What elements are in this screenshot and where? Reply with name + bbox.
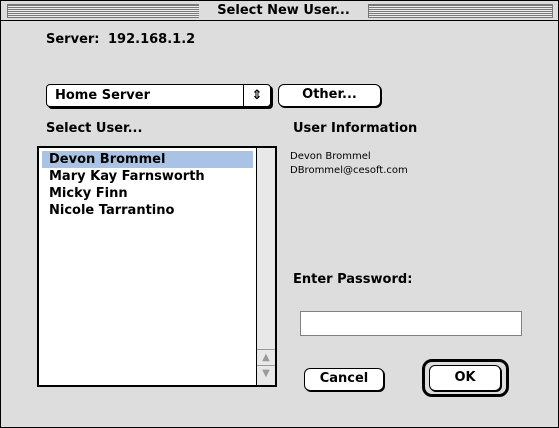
list-item[interactable]: Devon Brommel (42, 151, 253, 168)
user-name: Mary Kay Farnsworth (49, 169, 205, 184)
user-listbox[interactable]: Devon Brommel Mary Kay Farnsworth Micky … (37, 146, 277, 387)
server-label: Server: (46, 32, 100, 47)
list-item[interactable]: Mary Kay Farnsworth (42, 168, 253, 185)
ok-button[interactable]: OK (429, 365, 501, 391)
window-title: Select New User... (199, 2, 368, 20)
select-user-label: Select User... (46, 121, 143, 136)
title-stripes-left (7, 4, 201, 18)
scroll-up-arrow-icon[interactable]: ▲ (257, 349, 275, 365)
server-popup-value: Home Server (55, 88, 150, 103)
user-info-email: DBrommel@cesoft.com (290, 165, 408, 176)
title-bar[interactable]: Select New User... (1, 1, 558, 21)
user-list: Devon Brommel Mary Kay Farnsworth Micky … (39, 148, 256, 385)
list-scrollbar[interactable]: ▲ ▼ (256, 148, 275, 385)
server-address: 192.168.1.2 (108, 32, 196, 47)
cancel-button[interactable]: Cancel (304, 368, 384, 391)
updown-arrow-icon: ⇕ (243, 85, 270, 106)
list-item[interactable]: Nicole Tarrantino (42, 202, 253, 219)
scroll-down-arrow-icon[interactable]: ▼ (257, 365, 275, 381)
user-information-label: User Information (293, 121, 418, 136)
password-label: Enter Password: (293, 272, 413, 287)
server-popup-menu[interactable]: Home Server ⇕ (46, 84, 271, 107)
user-info-name: Devon Brommel (290, 151, 371, 162)
user-name: Nicole Tarrantino (49, 203, 175, 218)
select-user-dialog: Select New User... Server: 192.168.1.2 H… (0, 0, 559, 428)
password-field[interactable] (300, 311, 522, 336)
title-stripes-right (368, 4, 553, 18)
list-item[interactable]: Micky Finn (42, 185, 253, 202)
user-name: Devon Brommel (49, 152, 166, 167)
user-name: Micky Finn (49, 186, 128, 201)
other-button[interactable]: Other... (278, 84, 381, 107)
